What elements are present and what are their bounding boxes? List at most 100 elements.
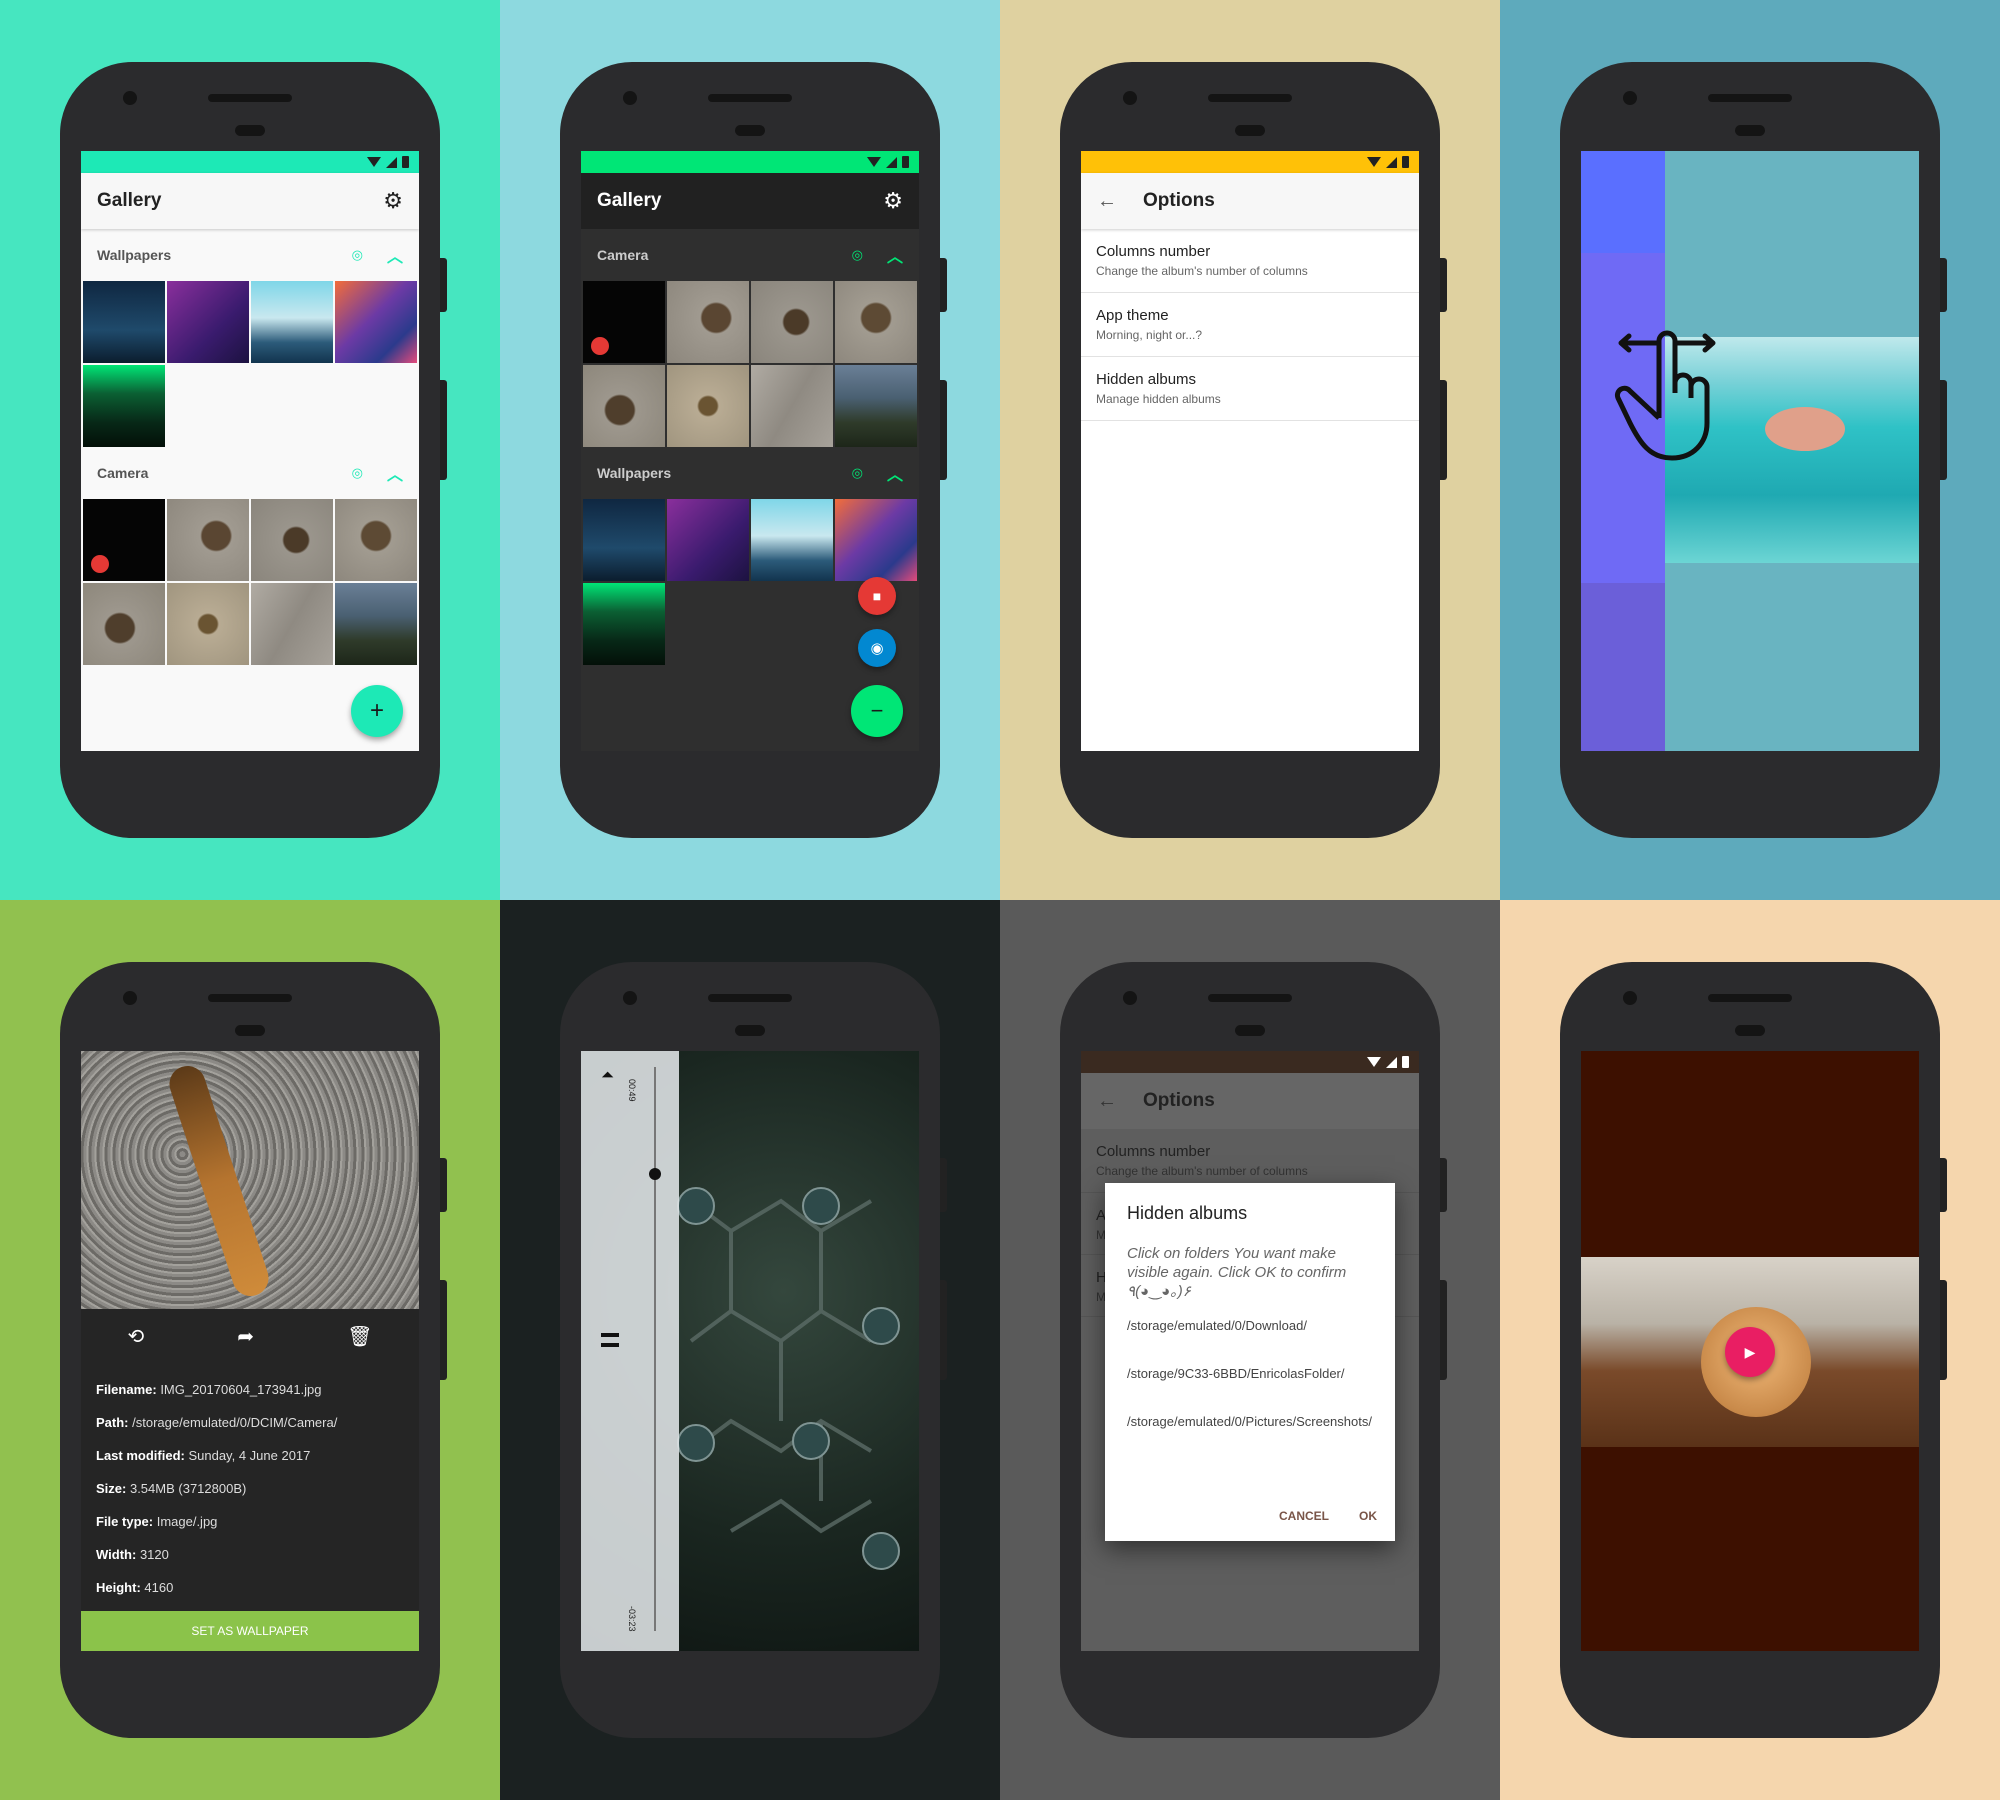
add-fab[interactable]: + bbox=[351, 685, 403, 737]
panel-hidden-albums-dialog: ← Options Columns number Change the album… bbox=[1000, 900, 1500, 1800]
thumbnail[interactable] bbox=[251, 499, 333, 581]
hide-icon[interactable]: ◎ bbox=[852, 247, 863, 263]
thumbnail[interactable] bbox=[667, 281, 749, 363]
pause-icon[interactable] bbox=[601, 1333, 619, 1347]
folder-item[interactable]: /storage/emulated/0/Pictures/Screenshots… bbox=[1127, 1414, 1372, 1444]
thumbnail[interactable] bbox=[83, 583, 165, 665]
section-header: Camera ◎ ︿ bbox=[81, 447, 419, 499]
ok-button[interactable]: OK bbox=[1359, 1509, 1377, 1523]
status-bar bbox=[581, 151, 919, 173]
phone: ▶ bbox=[1560, 962, 1947, 1738]
option-app-theme[interactable]: App theme Morning, night or...? bbox=[1081, 293, 1419, 357]
screen bbox=[1581, 151, 1919, 751]
videocam-icon: ■ bbox=[872, 588, 882, 604]
section-title: Camera bbox=[597, 247, 649, 263]
camera-icon: ◉ bbox=[870, 640, 884, 657]
section-header: Wallpapers ◎ ︿ bbox=[581, 447, 919, 499]
thumbnail[interactable] bbox=[167, 499, 249, 581]
seek-panel: ⏶ 00:49 -03:23 bbox=[581, 1051, 679, 1651]
take-photo-fab[interactable]: ◉ bbox=[858, 629, 896, 667]
seek-track[interactable] bbox=[654, 1067, 656, 1631]
thumbnail[interactable] bbox=[83, 281, 165, 363]
toolbar: ← Options bbox=[1081, 173, 1419, 229]
chevron-up-icon[interactable]: ︿ bbox=[387, 243, 403, 267]
thumbnail[interactable] bbox=[335, 499, 417, 581]
sensor bbox=[235, 125, 265, 136]
panel-gallery-dark: Gallery ⚙ Camera ◎ ︿ Wallpapers ◎ ︿ ■ ◉ − bbox=[500, 0, 1000, 900]
photo bbox=[81, 1051, 419, 1309]
chevron-up-icon[interactable]: ︿ bbox=[887, 461, 903, 485]
folder-item[interactable]: /storage/emulated/0/Download/ bbox=[1127, 1318, 1373, 1366]
chevron-up-icon[interactable]: ︿ bbox=[387, 461, 403, 485]
dialog-message: Click on folders You want make visible a… bbox=[1127, 1245, 1347, 1300]
hide-icon[interactable]: ◎ bbox=[352, 465, 363, 481]
thumbnail[interactable] bbox=[583, 499, 665, 581]
option-hidden-albums[interactable]: Hidden albums Manage hidden albums bbox=[1081, 357, 1419, 421]
skip-icon[interactable]: ⏶ bbox=[601, 1067, 614, 1085]
thumbnail[interactable] bbox=[583, 365, 665, 447]
back-arrow-icon[interactable]: ← bbox=[1097, 1090, 1117, 1113]
page-title: Gallery bbox=[97, 190, 162, 211]
folder-item[interactable]: /storage/9C33-6BBD/EnricolasFolder/ bbox=[1127, 1366, 1373, 1414]
screen: ← Options Columns number Change the album… bbox=[1081, 151, 1419, 751]
thumbnail[interactable] bbox=[167, 583, 249, 665]
hide-icon[interactable]: ◎ bbox=[852, 465, 863, 481]
plus-icon: + bbox=[369, 697, 384, 724]
thumbnail[interactable] bbox=[751, 365, 833, 447]
speaker bbox=[208, 94, 292, 102]
thumbnail[interactable] bbox=[583, 583, 665, 665]
phone: Gallery ⚙ Wallpapers ◎ ︿ Camera ◎ ︿ + bbox=[60, 62, 447, 838]
screen: Gallery ⚙ Camera ◎ ︿ Wallpapers ◎ ︿ ■ ◉ − bbox=[581, 151, 919, 751]
status-bar bbox=[1081, 151, 1419, 173]
settings-icon[interactable]: ⚙ bbox=[883, 188, 903, 214]
panel-video: ▶ bbox=[1500, 900, 2000, 1800]
thumbnail[interactable] bbox=[835, 365, 917, 447]
thumbnail[interactable] bbox=[251, 583, 333, 665]
status-bar bbox=[1081, 1051, 1419, 1073]
front-camera bbox=[123, 91, 137, 105]
settings-icon[interactable]: ⚙ bbox=[383, 188, 403, 214]
play-button[interactable]: ▶ bbox=[1725, 1327, 1775, 1377]
section-title: Wallpapers bbox=[597, 465, 672, 481]
close-fab[interactable]: − bbox=[851, 685, 903, 737]
thumbnail[interactable] bbox=[167, 281, 249, 363]
thumbnail[interactable] bbox=[667, 499, 749, 581]
thumbnail[interactable] bbox=[751, 499, 833, 581]
video-thumbnail[interactable] bbox=[83, 499, 165, 581]
toolbar: Gallery ⚙ bbox=[581, 173, 919, 229]
chevron-up-icon[interactable]: ︿ bbox=[887, 243, 903, 267]
crop-rotate-icon[interactable]: ⟲ bbox=[128, 1324, 145, 1349]
remaining-time: -03:23 bbox=[627, 1606, 637, 1632]
delete-icon[interactable]: 🗑 bbox=[347, 1324, 372, 1349]
cancel-button[interactable]: CANCEL bbox=[1279, 1509, 1329, 1523]
share-icon[interactable]: ➦ bbox=[237, 1324, 254, 1349]
screen: ⏶ 00:49 -03:23 bbox=[581, 1051, 919, 1651]
action-bar: ⟲ ➦ 🗑 bbox=[81, 1309, 419, 1363]
centipede bbox=[164, 1061, 274, 1301]
panel-gallery-light: Gallery ⚙ Wallpapers ◎ ︿ Camera ◎ ︿ + bbox=[0, 0, 500, 900]
thumbnail-grid bbox=[581, 281, 919, 447]
option-subtitle: Morning, night or...? bbox=[1096, 328, 1203, 342]
option-columns-number[interactable]: Columns number Change the album's number … bbox=[1081, 229, 1419, 293]
thumbnail[interactable] bbox=[251, 281, 333, 363]
thumbnail[interactable] bbox=[751, 281, 833, 363]
hide-icon[interactable]: ◎ bbox=[352, 247, 363, 263]
page-title: Options bbox=[1143, 1090, 1215, 1111]
thumbnail[interactable] bbox=[667, 365, 749, 447]
detail-row: File type: Image/.jpg bbox=[96, 1514, 218, 1529]
section-header: Wallpapers ◎ ︿ bbox=[81, 229, 419, 281]
thumbnail[interactable] bbox=[835, 281, 917, 363]
page-title: Options bbox=[1143, 190, 1215, 211]
video-thumbnail[interactable] bbox=[583, 281, 665, 363]
thumbnail[interactable] bbox=[835, 499, 917, 581]
thumbnail[interactable] bbox=[83, 365, 165, 447]
hidden-albums-dialog: Hidden albums Click on folders You want … bbox=[1105, 1183, 1395, 1541]
thumbnail[interactable] bbox=[335, 281, 417, 363]
seek-thumb[interactable] bbox=[649, 1168, 661, 1181]
section-title: Wallpapers bbox=[97, 247, 172, 263]
thumbnail[interactable] bbox=[335, 583, 417, 665]
record-video-fab[interactable]: ■ bbox=[858, 577, 896, 615]
set-wallpaper-button[interactable]: SET AS WALLPAPER bbox=[81, 1611, 419, 1651]
back-arrow-icon[interactable]: ← bbox=[1097, 190, 1117, 213]
screen: ▶ bbox=[1581, 1051, 1919, 1651]
